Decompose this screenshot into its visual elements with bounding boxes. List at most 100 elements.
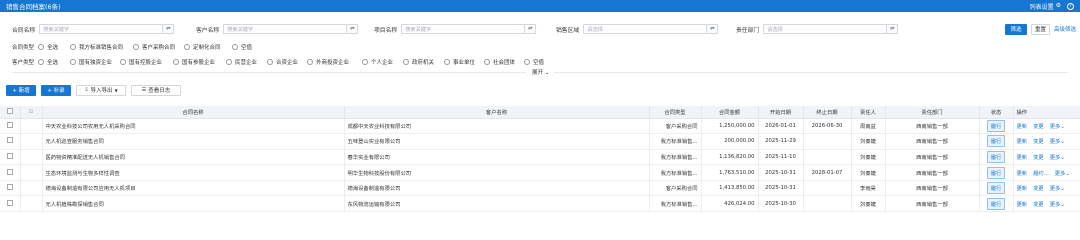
cell-contract-name[interactable]: 中天农业科技公司农用无人机采购合同 bbox=[42, 118, 345, 135]
cell-contract-name[interactable]: 无人机植株勘探销售合同 bbox=[42, 195, 345, 213]
row-action-more[interactable]: 更多⌄ bbox=[1050, 155, 1065, 161]
table-row[interactable]: 德海设备制造有限公司应用无人机项目 德海设备制造有限公司 客户采购合同 1,41… bbox=[0, 180, 1080, 197]
customer-type-option[interactable]: 政府机关 bbox=[403, 58, 434, 66]
col-header[interactable]: 开始日期 bbox=[758, 106, 804, 119]
cell-contract-type: 客户采购合同 bbox=[649, 118, 702, 135]
filter-project-name: 项目名称 搜索关键字 ⇌ bbox=[374, 23, 537, 35]
cell-contract-name[interactable]: 德海设备制造有限公司应用无人机项目 bbox=[42, 180, 345, 197]
filter-option-icon[interactable]: ⇌ bbox=[707, 24, 719, 34]
row-action-update[interactable]: 更新 bbox=[1017, 202, 1028, 208]
list-settings-button[interactable]: 列表设置 ⚙ bbox=[1030, 2, 1061, 11]
row-action-change[interactable]: 变更 bbox=[1033, 155, 1044, 161]
col-header[interactable]: 责任人 bbox=[851, 106, 886, 119]
help-icon[interactable]: ? bbox=[1067, 2, 1074, 10]
col-header[interactable]: 终止日期 bbox=[803, 106, 852, 119]
row-action-more[interactable]: 更多⌄ bbox=[1055, 171, 1070, 177]
contract-type-option[interactable]: 全选 bbox=[38, 43, 58, 51]
cell-end-date bbox=[803, 133, 852, 150]
customer-type-option[interactable]: 国有参股企业 bbox=[173, 58, 215, 66]
chevron-down-icon: ⌄ bbox=[1060, 139, 1065, 146]
add-button[interactable]: + 新增 bbox=[6, 84, 36, 96]
row-action-update[interactable]: 更新 bbox=[1017, 171, 1028, 177]
row-checkbox[interactable] bbox=[6, 137, 13, 144]
row-checkbox[interactable] bbox=[6, 152, 13, 159]
col-header[interactable]: 客户名称 bbox=[344, 106, 650, 119]
cell-start-date: 2025-10-31 bbox=[758, 164, 804, 181]
advanced-filter-link[interactable]: 高级筛选 bbox=[1054, 25, 1076, 33]
row-action-more[interactable]: 更多⌄ bbox=[1050, 139, 1065, 145]
row-action-more[interactable]: 更多⌄ bbox=[1050, 124, 1065, 130]
cell-department: 西南销售一部 bbox=[885, 118, 980, 135]
customer-type-option[interactable]: 全选 bbox=[38, 58, 58, 66]
department-select[interactable]: 请选择 bbox=[763, 24, 888, 34]
cell-contract-type: 我方标准销售... bbox=[649, 164, 702, 181]
cell-end-date bbox=[803, 195, 852, 213]
col-header[interactable]: 状态 bbox=[979, 106, 1014, 119]
select-all-checkbox[interactable] bbox=[6, 107, 13, 114]
customer-type-option[interactable]: 民营企业 bbox=[226, 58, 257, 66]
table-row[interactable]: 无人机巡查服务销售合同 五味登山实业有限公司 我方标准销售... 200,000… bbox=[0, 133, 1080, 150]
row-checkbox[interactable] bbox=[6, 121, 13, 128]
table-row[interactable]: 中天农业科技公司农用无人机采购合同 成都中天农业科技有限公司 客户采购合同 1,… bbox=[0, 118, 1080, 135]
row-action-change[interactable]: 履约... bbox=[1033, 171, 1049, 177]
radio-icon bbox=[524, 59, 530, 65]
cell-contract-name[interactable]: 医药物资精准配送无人机销售合同 bbox=[42, 149, 345, 166]
cell-contract-name[interactable]: 生态环境监测与生物多样性调查 bbox=[42, 164, 345, 181]
row-checkbox[interactable] bbox=[6, 168, 13, 175]
contract-type-option[interactable]: 定制化合同 bbox=[184, 43, 221, 51]
filter-label: 责任部门 bbox=[736, 27, 760, 34]
row-action-change[interactable]: 变更 bbox=[1033, 202, 1044, 208]
contract-type-row: 合同类型 全选 我方标准销售合同 客户采购合同 定制化合同 空值 bbox=[0, 42, 1080, 52]
reset-button[interactable]: 重置 bbox=[1031, 23, 1050, 35]
table-row[interactable]: 无人机植株勘探销售合同 东风物流运输有限公司 我方标准销售... 426,024… bbox=[0, 195, 1080, 213]
project-name-input[interactable]: 搜索关键字 bbox=[401, 24, 526, 34]
row-action-change[interactable]: 变更 bbox=[1033, 124, 1044, 130]
customer-type-option[interactable]: 个人企业 bbox=[362, 58, 393, 66]
import-export-button[interactable]: ⇩ 导入导出 ▼ bbox=[76, 84, 126, 96]
filter-option-icon[interactable]: ⇌ bbox=[525, 24, 537, 34]
filter-bar: 合同名称 搜索关键字 ⇌ 客户名称 搜索关键字 ⇌ 项目名称 搜索关键字 ⇌ 销… bbox=[0, 23, 1080, 35]
table-row[interactable]: 医药物资精准配送无人机销售合同 春华实业有限公司 我方标准销售... 1,136… bbox=[0, 149, 1080, 166]
col-header[interactable]: 合同类型 bbox=[649, 106, 702, 119]
row-action-more[interactable]: 更多⌄ bbox=[1050, 186, 1065, 192]
customer-type-option[interactable]: 合资企业 bbox=[267, 58, 298, 66]
filter-option-icon[interactable]: ⇌ bbox=[163, 24, 175, 34]
filter-option-icon[interactable]: ⇌ bbox=[887, 24, 899, 34]
customer-name-input[interactable]: 搜索关键字 bbox=[223, 24, 348, 34]
col-header[interactable]: 责任部门 bbox=[885, 106, 980, 119]
contract-type-option[interactable]: 我方标准销售合同 bbox=[70, 43, 123, 51]
contract-name-input[interactable]: 搜索关键字 bbox=[39, 24, 164, 34]
sales-region-select[interactable]: 请选择 bbox=[583, 24, 708, 34]
radio-icon bbox=[362, 59, 368, 65]
row-checkbox[interactable] bbox=[6, 184, 13, 191]
expand-toggle[interactable]: 展开 ⌄ bbox=[532, 68, 549, 76]
row-checkbox[interactable] bbox=[6, 199, 13, 206]
row-action-update[interactable]: 更新 bbox=[1017, 124, 1028, 130]
customer-type-option[interactable]: 事业单位 bbox=[444, 58, 475, 66]
cell-contract-name[interactable]: 无人机巡查服务销售合同 bbox=[42, 133, 345, 150]
supplement-button[interactable]: + 补录 bbox=[41, 84, 71, 96]
customer-type-option[interactable]: 国有控股企业 bbox=[120, 58, 162, 66]
contract-type-option[interactable]: 客户采购合同 bbox=[133, 43, 175, 51]
search-button[interactable]: 筛选 bbox=[1005, 23, 1027, 35]
customer-type-option[interactable]: 国有独资企业 bbox=[70, 58, 112, 66]
table-row[interactable]: 生态环境监测与生物多样性调查 明华生物科技股份有限公司 我方标准销售... 1,… bbox=[0, 164, 1080, 181]
filter-customer-name: 客户名称 搜索关键字 ⇌ bbox=[196, 23, 359, 35]
radio-icon bbox=[120, 59, 126, 65]
contract-type-option[interactable]: 空值 bbox=[232, 43, 252, 51]
radio-icon bbox=[133, 44, 139, 50]
col-header[interactable]: 合同名称 bbox=[42, 106, 345, 119]
operation-log-button[interactable]: ☰ 查看日志 bbox=[131, 84, 181, 96]
row-action-change[interactable]: 变更 bbox=[1033, 186, 1044, 192]
row-action-update[interactable]: 更新 bbox=[1017, 155, 1028, 161]
customer-type-option[interactable]: 外商投资企业 bbox=[307, 58, 349, 66]
row-action-update[interactable]: 更新 bbox=[1017, 186, 1028, 192]
row-action-change[interactable]: 变更 bbox=[1033, 139, 1044, 145]
customer-type-option[interactable]: 社会团体 bbox=[484, 58, 515, 66]
customer-type-option[interactable]: 空值 bbox=[524, 58, 544, 66]
row-action-update[interactable]: 更新 bbox=[1017, 139, 1028, 145]
row-action-more[interactable]: 更多⌄ bbox=[1050, 202, 1065, 208]
filter-option-icon[interactable]: ⇌ bbox=[347, 24, 359, 34]
col-header[interactable]: 合同金额 bbox=[701, 106, 759, 119]
filter-contract-name: 合同名称 搜索关键字 ⇌ bbox=[12, 23, 175, 35]
